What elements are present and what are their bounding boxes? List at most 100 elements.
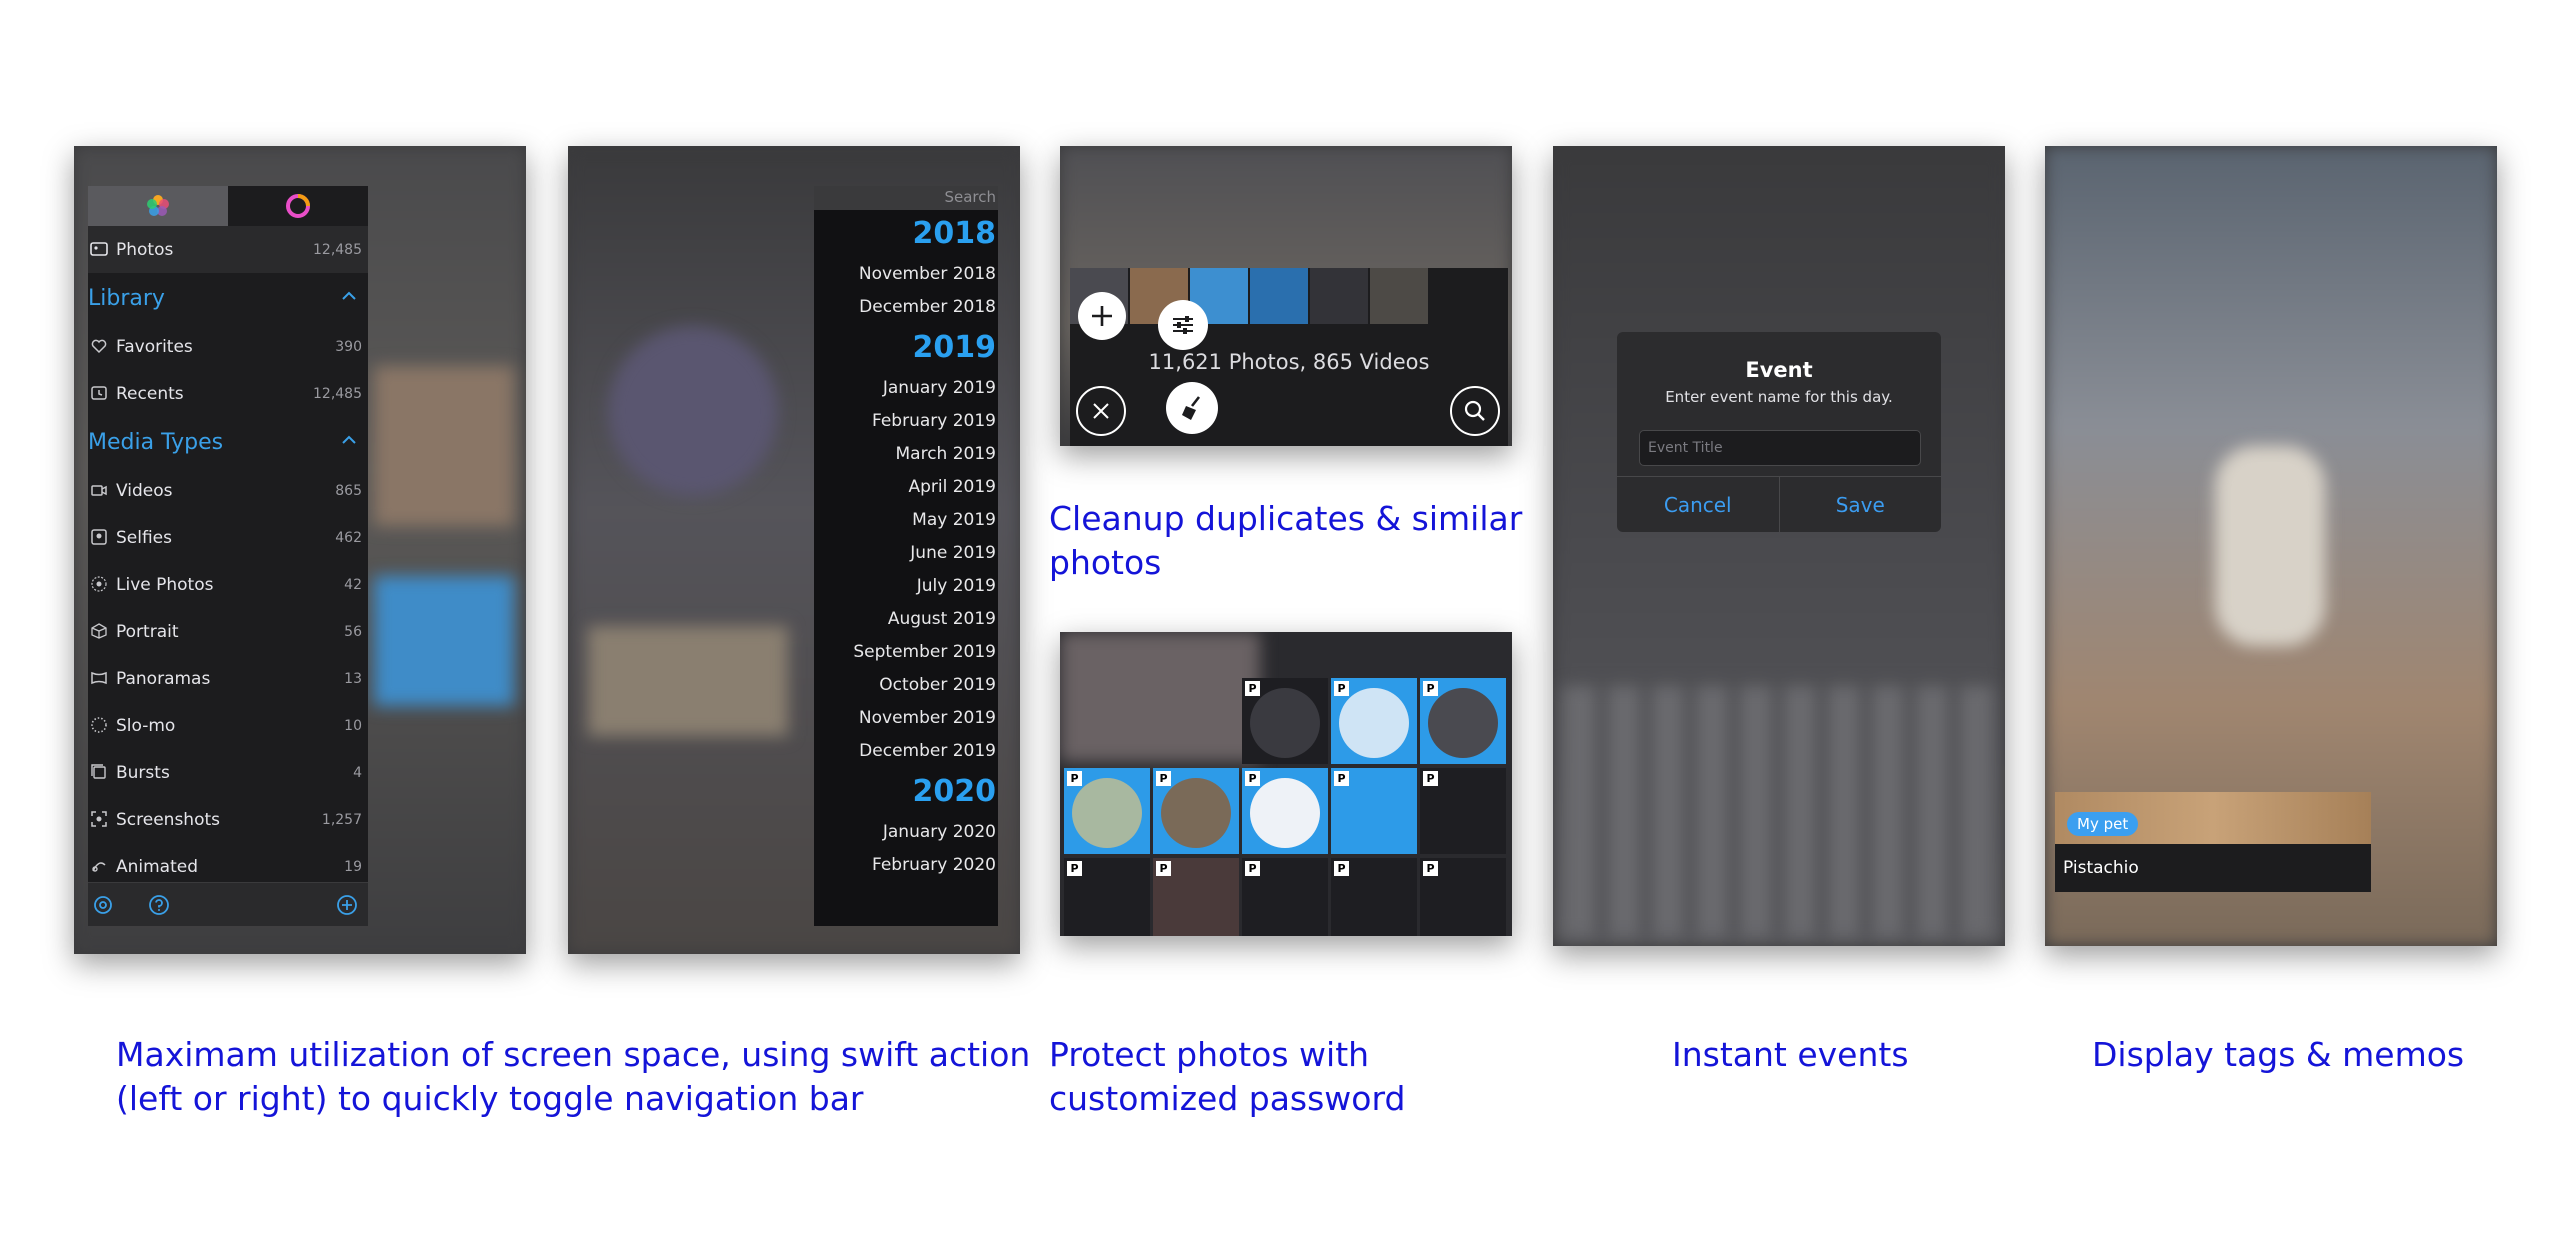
photo-preview [1339, 688, 1409, 758]
timeline-search[interactable]: Search [814, 186, 998, 210]
navigation-sidebar: Photos 12,485 Library Favorites 390 Recent… [88, 186, 368, 926]
timeline-month[interactable]: November 2019 [814, 702, 998, 735]
save-button[interactable]: Save [1778, 477, 1942, 532]
sidebar-item-screenshots[interactable]: Screenshots 1,257 [88, 796, 368, 843]
cleanup-button[interactable] [1166, 382, 1218, 434]
timeline-month[interactable]: December 2019 [814, 735, 998, 768]
tab-albums-source[interactable] [228, 186, 368, 226]
sidebar-item-selfies[interactable]: Selfies 462 [88, 514, 368, 561]
timeline-month[interactable]: August 2019 [814, 603, 998, 636]
library-list: Favorites 390 Recents 12,485 [88, 323, 368, 417]
thumbnail[interactable] [1250, 268, 1308, 324]
timeline-year[interactable]: 2019 [814, 324, 998, 372]
sidebar-item-slo-mo[interactable]: Slo-mo 10 [88, 702, 368, 749]
sidebar-item-recents[interactable]: Recents 12,485 [88, 370, 368, 417]
cube-icon [91, 623, 107, 639]
timeline-month[interactable]: December 2018 [814, 291, 998, 324]
protected-photo-thumbnail[interactable]: P [1064, 858, 1150, 936]
timeline-month[interactable]: March 2019 [814, 438, 998, 471]
protected-photo-thumbnail[interactable]: P [1242, 678, 1328, 764]
sidebar-item-count: 56 [344, 623, 362, 640]
add-button[interactable] [1078, 292, 1126, 340]
caption-line: customized password [1049, 1079, 1406, 1118]
sidebar-tabs [88, 186, 368, 226]
screenshot-timeline: Search 2018 November 2018 December 2018 2… [568, 146, 1020, 954]
protected-photo-thumbnail[interactable]: P [1331, 678, 1417, 764]
timeline-year[interactable]: 2018 [814, 210, 998, 258]
broom-icon [1182, 396, 1201, 420]
help-icon[interactable] [148, 894, 170, 916]
protected-photo-thumbnail[interactable]: P [1331, 858, 1417, 936]
protected-photo-thumbnail[interactable]: P [1153, 768, 1239, 854]
caption-line: Cleanup duplicates & similar [1049, 499, 1523, 538]
section-header-library[interactable]: Library [88, 273, 368, 323]
protected-badge: P [1423, 681, 1438, 696]
tag-badge[interactable]: My pet [2067, 812, 2139, 836]
sidebar-item-favorites[interactable]: Favorites 390 [88, 323, 368, 370]
sidebar-item-count: 10 [344, 717, 362, 734]
timeline-year[interactable]: 2020 [814, 768, 998, 816]
timeline-month[interactable]: January 2019 [814, 372, 998, 405]
date-timeline: Search 2018 November 2018 December 2018 2… [814, 186, 998, 926]
blurred-keyboard [1563, 686, 1995, 936]
sidebar-item-photos[interactable]: Photos 12,485 [88, 226, 368, 273]
protected-photo-thumbnail[interactable]: P [1420, 858, 1506, 936]
sidebar-item-label: Portrait [116, 621, 179, 642]
tab-photos-source[interactable] [88, 186, 228, 226]
protected-photo-thumbnail[interactable]: P [1331, 768, 1417, 854]
section-header-media-types[interactable]: Media Types [88, 417, 368, 467]
photo-preview [1428, 688, 1498, 758]
caption-events: Instant events [1672, 1033, 1909, 1077]
blurred-cat-photo [2215, 446, 2325, 646]
protected-badge: P [1245, 771, 1260, 786]
timeline-month[interactable]: September 2019 [814, 636, 998, 669]
sidebar-item-videos[interactable]: Videos 865 [88, 467, 368, 514]
timeline-month[interactable]: February 2019 [814, 405, 998, 438]
filter-button[interactable] [1158, 300, 1208, 350]
caption-line: Protect photos with [1049, 1035, 1370, 1074]
sidebar-item-label: Recents [116, 383, 184, 404]
month-list: November 2018 December 2018 [814, 258, 998, 324]
caption-line: Display tags & memos [2092, 1035, 2465, 1074]
blurred-photo-background [1060, 632, 1260, 762]
protected-photo-thumbnail[interactable]: P [1242, 858, 1328, 936]
screenshot-tags: My pet Pistachio [2045, 146, 2497, 946]
sidebar-item-count: 390 [335, 338, 362, 355]
sidebar-item-bursts[interactable]: Bursts 4 [88, 749, 368, 796]
search-button[interactable] [1450, 386, 1500, 436]
timeline-month[interactable]: October 2019 [814, 669, 998, 702]
settings-icon[interactable] [92, 894, 114, 916]
sidebar-item-count: 462 [335, 529, 362, 546]
protected-photo-thumbnail[interactable]: P [1242, 768, 1328, 854]
protected-photo-thumbnail[interactable]: P [1064, 768, 1150, 854]
protected-photo-thumbnail[interactable]: P [1153, 858, 1239, 936]
add-icon[interactable] [336, 894, 358, 916]
caption-line: Maximam utilization of screen space, usi… [116, 1035, 1031, 1074]
protected-badge: P [1423, 771, 1438, 786]
screenshot-cleanup: 11,621 Photos, 865 Videos [1060, 146, 1512, 446]
close-button[interactable] [1076, 386, 1126, 436]
sidebar-item-live-photos[interactable]: Live Photos 42 [88, 561, 368, 608]
protected-badge: P [1067, 771, 1082, 786]
thumbnail[interactable] [1310, 268, 1368, 324]
blurred-photo-block [608, 326, 778, 496]
timeline-month[interactable]: June 2019 [814, 537, 998, 570]
sidebar-item-panoramas[interactable]: Panoramas 13 [88, 655, 368, 702]
blurred-photo-block [374, 576, 514, 706]
media-types-list: Videos 865 Selfies 462 Live Photos 42 Portrait… [88, 467, 368, 890]
event-title-input[interactable]: Event Title [1639, 430, 1921, 466]
protected-photo-thumbnail[interactable]: P [1420, 678, 1506, 764]
timeline-month[interactable]: May 2019 [814, 504, 998, 537]
screenshot-sidebar: Photos 12,485 Library Favorites 390 Recent… [74, 146, 526, 954]
timeline-month[interactable]: July 2019 [814, 570, 998, 603]
timeline-month[interactable]: February 2020 [814, 849, 998, 882]
timeline-month[interactable]: April 2019 [814, 471, 998, 504]
blurred-photo-block [374, 366, 514, 526]
video-icon [91, 485, 107, 496]
thumbnail[interactable] [1370, 268, 1428, 324]
protected-photo-thumbnail[interactable]: P [1420, 768, 1506, 854]
timeline-month[interactable]: November 2018 [814, 258, 998, 291]
timeline-month[interactable]: January 2020 [814, 816, 998, 849]
cancel-button[interactable]: Cancel [1617, 477, 1779, 532]
sidebar-item-portrait[interactable]: Portrait 56 [88, 608, 368, 655]
